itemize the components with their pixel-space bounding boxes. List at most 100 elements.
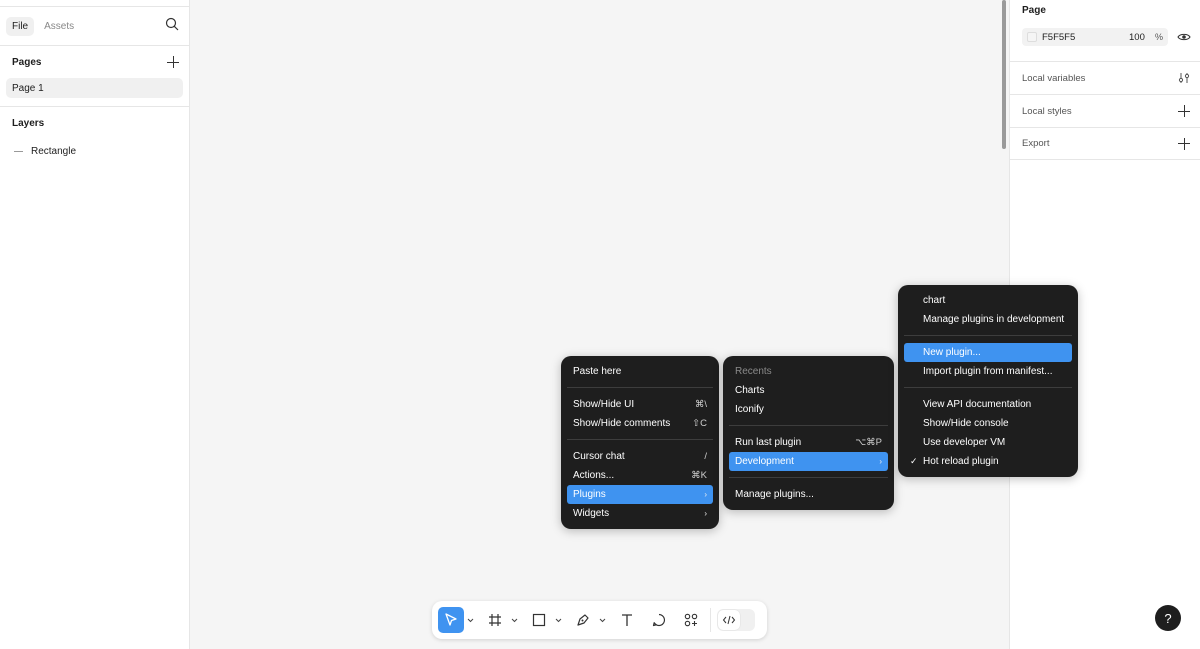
layers-title: Layers [12,117,45,129]
menu-item-new-plugin[interactable]: New plugin... [904,343,1072,362]
menu-item-plugins[interactable]: Plugins › [567,485,713,504]
tab-file[interactable]: File [6,16,35,36]
eye-icon[interactable] [1177,30,1191,44]
checkmark-icon: ✓ [910,456,918,466]
add-page-icon[interactable] [167,56,179,68]
menu-item-label: Show/Hide UI [573,399,635,410]
menu-item-label: Development [735,456,794,467]
menu-item-shortcut: ⇧C [692,418,707,429]
chevron-down-icon [599,618,605,622]
menu-item-run-last-plugin[interactable]: Run last plugin ⌥⌘P [729,433,888,452]
actions-tool-button[interactable] [678,607,704,633]
export-label: Export [1022,138,1050,149]
bottom-toolbar [432,601,767,639]
frame-icon [489,614,501,626]
shape-tool-button[interactable] [526,607,552,633]
export-row[interactable]: Export [1010,127,1200,160]
menu-item-label: Cursor chat [573,451,625,462]
local-styles-row[interactable]: Local styles [1010,94,1200,127]
layer-item[interactable]: Rectangle [0,141,189,161]
menu-item-chart[interactable]: chart [904,291,1072,310]
menu-separator [729,425,888,426]
recents-heading: Recents [729,362,888,381]
fill-hex[interactable]: F5F5F5 [1042,32,1129,43]
menu-item-api-docs[interactable]: View API documentation [904,395,1072,414]
layer-item-label: Rectangle [31,145,77,157]
canvas-scrollbar[interactable] [1002,0,1006,149]
move-tool-caret[interactable] [464,618,476,623]
menu-item-label: Charts [735,385,765,396]
menu-item-label: Plugins [573,489,606,500]
line-icon [14,150,23,152]
color-swatch[interactable] [1027,32,1037,42]
menu-item-widgets[interactable]: Widgets › [567,504,713,523]
menu-item-actions[interactable]: Actions... ⌘K [567,466,713,485]
local-variables-label: Local variables [1022,72,1086,84]
menu-item-shortcut: / [704,451,707,462]
menu-item-import-manifest[interactable]: Import plugin from manifest... [904,362,1072,381]
menu-item-manage-dev-plugins[interactable]: Manage plugins in development [904,310,1072,329]
chevron-down-icon [511,618,517,622]
rectangle-icon [532,613,546,627]
chevron-right-icon: › [879,457,882,466]
menu-item-console[interactable]: Show/Hide console [904,414,1072,433]
page-item[interactable]: Page 1 [6,78,183,98]
page-fill: F5F5F5 100 % [1022,28,1200,46]
menu-item-cursor-chat[interactable]: Cursor chat / [567,447,713,466]
menu-item-development[interactable]: Development › [729,452,888,471]
page-item-label: Page 1 [12,82,44,94]
fill-opacity[interactable]: 100 [1129,32,1155,43]
menu-item-show-hide-ui[interactable]: Show/Hide UI ⌘\ [567,395,713,414]
menu-item-developer-vm[interactable]: Use developer VM [904,433,1072,452]
local-styles-label: Local styles [1022,105,1072,117]
pen-tool-caret[interactable] [596,618,608,623]
menu-item-paste-here[interactable]: Paste here [567,362,713,381]
text-tool-button[interactable] [614,607,640,633]
percent-label: % [1155,32,1164,42]
help-button[interactable]: ? [1155,605,1181,631]
menu-item-label: Actions... [573,470,615,481]
fill-field[interactable]: F5F5F5 100 % [1022,28,1168,46]
dev-mode-toggle[interactable] [717,609,755,631]
pen-icon [577,614,589,626]
menu-separator [904,387,1072,388]
plugins-submenu: Recents Charts Iconify Run last plugin ⌥⌘… [723,356,894,510]
menu-item-manage-plugins[interactable]: Manage plugins... [729,485,888,504]
frame-tool-button[interactable] [482,607,508,633]
tab-assets[interactable]: Assets [38,17,80,36]
add-export-icon[interactable] [1178,137,1190,150]
menu-item-iconify[interactable]: Iconify [729,400,888,419]
pen-tool-button[interactable] [570,607,596,633]
toolbar-divider [710,608,711,632]
menu-item-label: Run last plugin [735,437,802,448]
menu-item-label: Manage plugins... [735,489,814,500]
chevron-down-icon [555,618,561,622]
menu-item-label: Show/Hide console [923,418,1009,429]
frame-tool-caret[interactable] [508,618,520,623]
variables-icon[interactable] [1178,72,1190,84]
comment-tool-button[interactable] [646,607,672,633]
menu-item-charts[interactable]: Charts [729,381,888,400]
menu-item-label: Paste here [573,366,622,377]
menu-item-label: Show/Hide comments [573,418,671,429]
page-section-title: Page [1022,5,1046,16]
menu-item-show-hide-comments[interactable]: Show/Hide comments ⇧C [567,414,713,433]
search-icon[interactable] [165,17,179,31]
left-panel: File Assets Pages Page 1 Layers Rectangl… [0,0,190,649]
menu-item-label: Use developer VM [923,437,1006,448]
shape-tool-caret[interactable] [552,618,564,623]
menu-item-label: View API documentation [923,399,1032,410]
dev-mode-knob [718,610,740,630]
chevron-right-icon: › [704,509,707,518]
menu-item-label: Import plugin from manifest... [923,366,1053,377]
menu-item-shortcut: ⌘K [691,470,707,481]
menu-item-hot-reload[interactable]: ✓ Hot reload plugin [904,452,1072,471]
local-variables-row[interactable]: Local variables [1010,61,1200,94]
menu-item-label: Widgets [573,508,610,519]
menu-item-label: Iconify [735,404,764,415]
move-tool-button[interactable] [438,607,464,633]
add-style-icon[interactable] [1178,105,1190,117]
menu-separator [567,387,713,388]
development-submenu: chart Manage plugins in development New … [898,285,1078,477]
menu-item-shortcut: ⌘\ [694,399,707,410]
